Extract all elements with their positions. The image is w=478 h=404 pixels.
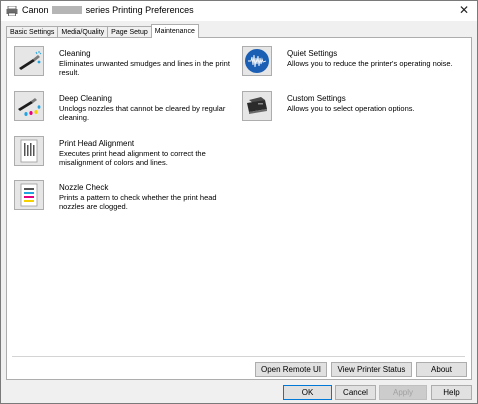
window-title-prefix: Canon — [22, 5, 49, 15]
print-head-alignment-description: Executes print head alignment to correct… — [59, 149, 206, 167]
quiet-settings-item: Quiet Settings Allows you to reduce the … — [242, 46, 467, 84]
deep-cleaning-icon — [18, 98, 41, 116]
nozzle-check-button[interactable] — [14, 180, 44, 210]
deep-cleaning-description: Unclogs nozzles that cannot be cleared b… — [59, 104, 226, 122]
maintenance-panel: Cleaning Eliminates unwanted smudges and… — [6, 37, 472, 380]
print-head-alignment-title: Print Head Alignment — [59, 139, 135, 148]
redacted-model-name — [52, 6, 83, 14]
apply-button[interactable]: Apply — [379, 385, 427, 400]
open-remote-ui-button[interactable]: Open Remote UI — [255, 362, 327, 377]
nozzle-check-icon — [20, 183, 38, 207]
cleaning-title: Cleaning — [59, 49, 91, 58]
printer-icon — [247, 97, 267, 114]
deep-cleaning-item: Deep Cleaning Unclogs nozzles that canno… — [14, 91, 239, 129]
quiet-settings-button[interactable] — [242, 46, 272, 76]
tab-strip: Basic Settings Media/Quality Page Setup … — [6, 24, 199, 38]
custom-settings-title: Custom Settings — [287, 94, 346, 103]
window-title-suffix: series Printing Preferences — [85, 5, 194, 15]
custom-settings-button[interactable] — [242, 91, 272, 121]
quiet-settings-description: Allows you to reduce the printer's opera… — [287, 59, 453, 68]
cleaning-button[interactable] — [14, 46, 44, 76]
alignment-icon — [20, 139, 38, 163]
cleaning-icon — [19, 51, 42, 70]
cleaning-description: Eliminates unwanted smudges and lines in… — [59, 59, 230, 77]
panel-divider — [12, 356, 465, 357]
help-button[interactable]: Help — [431, 385, 472, 400]
window-title: Canon series Printing Preferences — [22, 5, 194, 15]
nozzle-check-description: Prints a pattern to check whether the pr… — [59, 193, 217, 211]
printer-app-icon — [6, 6, 18, 16]
cleaning-item: Cleaning Eliminates unwanted smudges and… — [14, 46, 239, 84]
print-head-alignment-button[interactable] — [14, 136, 44, 166]
about-button[interactable]: About — [416, 362, 467, 377]
deep-cleaning-title: Deep Cleaning — [59, 94, 112, 103]
cancel-button[interactable]: Cancel — [335, 385, 376, 400]
custom-settings-description: Allows you to select operation options. — [287, 104, 415, 113]
title-bar: Canon series Printing Preferences ✕ — [1, 1, 477, 21]
printing-preferences-window: Canon series Printing Preferences ✕ Basi… — [0, 0, 478, 404]
tab-maintenance[interactable]: Maintenance — [150, 24, 199, 38]
deep-cleaning-button[interactable] — [14, 91, 44, 121]
ok-button[interactable]: OK — [283, 385, 332, 400]
nozzle-check-item: Nozzle Check Prints a pattern to check w… — [14, 180, 239, 218]
custom-settings-item: Custom Settings Allows you to select ope… — [242, 91, 467, 129]
view-printer-status-button[interactable]: View Printer Status — [331, 362, 412, 377]
quiet-settings-title: Quiet Settings — [287, 49, 338, 58]
print-head-alignment-item: Print Head Alignment Executes print head… — [14, 136, 239, 174]
nozzle-check-title: Nozzle Check — [59, 183, 109, 192]
close-icon[interactable]: ✕ — [457, 3, 471, 17]
quiet-icon — [245, 49, 269, 73]
